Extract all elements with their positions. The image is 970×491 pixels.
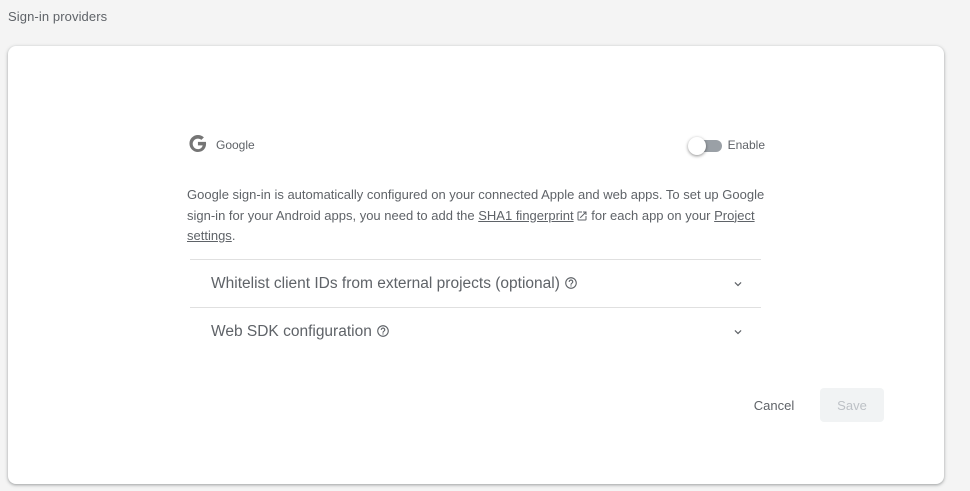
chevron-down-icon	[734, 282, 742, 287]
enable-toggle[interactable]	[688, 137, 724, 155]
expander-label-text: Whitelist client IDs from external proje…	[211, 275, 560, 292]
cancel-button[interactable]: Cancel	[741, 388, 807, 422]
sha1-fingerprint-link[interactable]: SHA1 fingerprint	[478, 208, 587, 223]
section-title: Sign-in providers	[8, 9, 108, 24]
expander-label-text: Web SDK configuration	[211, 323, 372, 340]
provider-name: Google	[216, 138, 255, 152]
external-link-icon	[577, 211, 587, 220]
help-icon[interactable]	[376, 324, 390, 338]
google-g-icon	[189, 135, 207, 152]
provider-description: Google sign-in is automatically configur…	[187, 185, 777, 247]
save-button[interactable]: Save	[820, 388, 884, 422]
toggle-thumb	[688, 137, 706, 155]
description-text-3: .	[231, 228, 236, 243]
help-icon[interactable]	[564, 276, 578, 290]
web-sdk-configuration-expander[interactable]: Web SDK configuration	[190, 307, 761, 356]
provider-header: Google Enable	[187, 133, 765, 157]
sha1-fingerprint-link-label: SHA1 fingerprint	[478, 207, 574, 223]
provider-card: Google Enable Google sign-in is automati…	[8, 46, 944, 484]
expander-label: Whitelist client IDs from external proje…	[211, 275, 578, 293]
enable-label: Enable	[727, 138, 765, 152]
description-text-2: for each app on your	[587, 207, 715, 223]
chevron-down-icon	[734, 330, 742, 335]
whitelist-client-ids-expander[interactable]: Whitelist client IDs from external proje…	[190, 259, 761, 308]
expander-label: Web SDK configuration	[211, 323, 390, 341]
